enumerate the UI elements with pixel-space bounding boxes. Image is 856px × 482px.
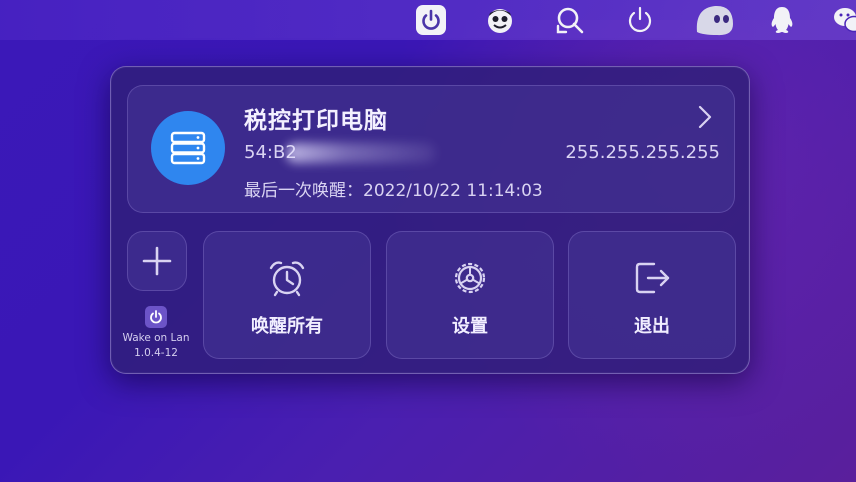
wake-all-button[interactable]: 唤醒所有 [203, 231, 371, 359]
device-ip-address: 255.255.255.255 [565, 142, 720, 163]
wake-all-label: 唤醒所有 [251, 316, 323, 337]
app-version: 1.0.4-12 [134, 347, 178, 359]
app-logo [145, 306, 167, 328]
chevron-right-icon[interactable] [698, 104, 712, 134]
power-icon[interactable] [622, 2, 658, 38]
power-logo-icon [150, 310, 162, 324]
settings-button[interactable]: 设置 [386, 231, 554, 359]
plus-icon [142, 246, 172, 276]
mac-address-redaction [286, 143, 436, 163]
last-wake-label: 最后一次唤醒： [244, 181, 363, 201]
device-card[interactable]: 税控打印电脑 54:B2 255.255.255.255 最后一次唤醒：2022… [127, 85, 735, 213]
quit-button[interactable]: 退出 [568, 231, 736, 359]
face-app-icon[interactable] [482, 2, 518, 38]
add-device-button[interactable] [127, 231, 187, 291]
last-wake-time: 2022/10/22 11:14:03 [363, 181, 543, 201]
wake-on-lan-app-icon[interactable] [413, 2, 449, 38]
device-name: 税控打印电脑 [244, 108, 388, 134]
qq-penguin-icon[interactable] [764, 2, 800, 38]
wake-on-lan-popover: 税控打印电脑 54:B2 255.255.255.255 最后一次唤醒：2022… [110, 66, 750, 374]
settings-label: 设置 [452, 316, 488, 337]
search-capture-icon[interactable] [552, 2, 588, 38]
quit-label: 退出 [634, 316, 670, 337]
alarm-clock-icon [269, 261, 305, 297]
app-name: Wake on Lan [122, 332, 190, 344]
device-last-wake: 最后一次唤醒：2022/10/22 11:14:03 [244, 176, 543, 201]
menu-bar [0, 0, 856, 40]
server-icon [170, 131, 206, 165]
ghost-app-icon[interactable] [692, 2, 738, 38]
device-avatar [151, 111, 225, 185]
logout-icon [635, 262, 670, 294]
gear-icon [454, 262, 486, 294]
wechat-icon[interactable] [830, 2, 856, 38]
